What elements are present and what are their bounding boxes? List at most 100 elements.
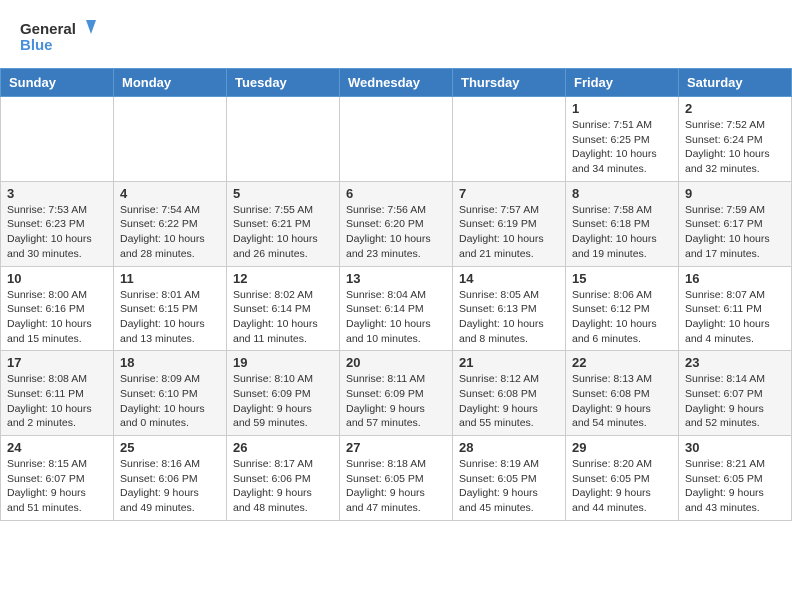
day-number: 25 xyxy=(120,440,220,455)
calendar-cell: 28Sunrise: 8:19 AM Sunset: 6:05 PM Dayli… xyxy=(453,436,566,521)
calendar-cell: 5 Sunrise: 7:55 AM Sunset: 6:21 PM Daylig… xyxy=(227,181,340,266)
day-number: 23 xyxy=(685,355,785,370)
calendar-week-4: 17 Sunrise: 8:08 AM Sunset: 6:11 PM Dayli… xyxy=(1,351,792,436)
day-number: 18 xyxy=(120,355,220,370)
calendar-cell: 15 Sunrise: 8:06 AM Sunset: 6:12 PM Dayli… xyxy=(566,266,679,351)
calendar-cell: 7 Sunrise: 7:57 AM Sunset: 6:19 PM Daylig… xyxy=(453,181,566,266)
calendar-cell: 27 Sunrise: 8:18 AM Sunset: 6:05 PM Dayli… xyxy=(340,436,453,521)
day-info: Sunrise: 8:15 AM Sunset: 6:07 PM Dayligh… xyxy=(7,457,107,516)
day-info: Sunrise: 7:51 AM Sunset: 6:25 PM Dayligh… xyxy=(572,118,672,177)
day-info: Sunrise: 8:11 AM Sunset: 6:09 PM Dayligh… xyxy=(346,372,446,431)
day-number: 22 xyxy=(572,355,672,370)
day-info: Sunrise: 8:12 AM Sunset: 6:08 PM Dayligh… xyxy=(459,372,559,431)
weekday-header-thursday: Thursday xyxy=(453,69,566,97)
calendar-cell: 26 Sunrise: 8:17 AM Sunset: 6:06 PM Dayli… xyxy=(227,436,340,521)
calendar-cell: 4 Sunrise: 7:54 AM Sunset: 6:22 PM Daylig… xyxy=(114,181,227,266)
calendar-week-2: 3 Sunrise: 7:53 AM Sunset: 6:23 PM Daylig… xyxy=(1,181,792,266)
day-info: Sunrise: 8:00 AM Sunset: 6:16 PM Dayligh… xyxy=(7,288,107,347)
day-info: Sunrise: 8:02 AM Sunset: 6:14 PM Dayligh… xyxy=(233,288,333,347)
day-number: 20 xyxy=(346,355,446,370)
day-info: Sunrise: 8:18 AM Sunset: 6:05 PM Dayligh… xyxy=(346,457,446,516)
day-number: 6 xyxy=(346,186,446,201)
day-info: Sunrise: 7:53 AM Sunset: 6:23 PM Dayligh… xyxy=(7,203,107,262)
day-number: 11 xyxy=(120,271,220,286)
day-info: Sunrise: 7:56 AM Sunset: 6:20 PM Dayligh… xyxy=(346,203,446,262)
calendar-cell: 24 Sunrise: 8:15 AM Sunset: 6:07 PM Dayli… xyxy=(1,436,114,521)
day-info: Sunrise: 8:01 AM Sunset: 6:15 PM Dayligh… xyxy=(120,288,220,347)
weekday-header-sunday: Sunday xyxy=(1,69,114,97)
logo: General Blue xyxy=(20,16,100,60)
weekday-header-wednesday: Wednesday xyxy=(340,69,453,97)
day-number: 21 xyxy=(459,355,559,370)
day-number: 17 xyxy=(7,355,107,370)
day-info: Sunrise: 8:05 AM Sunset: 6:13 PM Dayligh… xyxy=(459,288,559,347)
day-number: 14 xyxy=(459,271,559,286)
day-number: 15 xyxy=(572,271,672,286)
page-header: General Blue xyxy=(0,0,792,68)
calendar-cell: 22Sunrise: 8:13 AM Sunset: 6:08 PM Dayli… xyxy=(566,351,679,436)
day-info: Sunrise: 7:54 AM Sunset: 6:22 PM Dayligh… xyxy=(120,203,220,262)
day-info: Sunrise: 8:17 AM Sunset: 6:06 PM Dayligh… xyxy=(233,457,333,516)
calendar-cell xyxy=(453,97,566,182)
day-number: 29 xyxy=(572,440,672,455)
calendar-cell: 17 Sunrise: 8:08 AM Sunset: 6:11 PM Dayli… xyxy=(1,351,114,436)
calendar-cell: 13 Sunrise: 8:04 AM Sunset: 6:14 PM Dayli… xyxy=(340,266,453,351)
calendar-cell xyxy=(114,97,227,182)
day-info: Sunrise: 8:06 AM Sunset: 6:12 PM Dayligh… xyxy=(572,288,672,347)
calendar-cell: 11 Sunrise: 8:01 AM Sunset: 6:15 PM Dayli… xyxy=(114,266,227,351)
day-info: Sunrise: 8:21 AM Sunset: 6:05 PM Dayligh… xyxy=(685,457,785,516)
calendar-week-5: 24 Sunrise: 8:15 AM Sunset: 6:07 PM Dayli… xyxy=(1,436,792,521)
day-number: 5 xyxy=(233,186,333,201)
day-info: Sunrise: 7:55 AM Sunset: 6:21 PM Dayligh… xyxy=(233,203,333,262)
calendar-table: SundayMondayTuesdayWednesdayThursdayFrid… xyxy=(0,68,792,521)
day-info: Sunrise: 7:57 AM Sunset: 6:19 PM Dayligh… xyxy=(459,203,559,262)
day-number: 19 xyxy=(233,355,333,370)
day-number: 3 xyxy=(7,186,107,201)
day-info: Sunrise: 8:16 AM Sunset: 6:06 PM Dayligh… xyxy=(120,457,220,516)
calendar-cell: 10 Sunrise: 8:00 AM Sunset: 6:16 PM Dayli… xyxy=(1,266,114,351)
svg-text:Blue: Blue xyxy=(20,37,53,54)
day-info: Sunrise: 8:07 AM Sunset: 6:11 PM Dayligh… xyxy=(685,288,785,347)
calendar-cell: 1Sunrise: 7:51 AM Sunset: 6:25 PM Daylig… xyxy=(566,97,679,182)
calendar-cell: 6 Sunrise: 7:56 AM Sunset: 6:20 PM Daylig… xyxy=(340,181,453,266)
day-number: 13 xyxy=(346,271,446,286)
day-number: 2 xyxy=(685,101,785,116)
calendar-cell: 20 Sunrise: 8:11 AM Sunset: 6:09 PM Dayli… xyxy=(340,351,453,436)
day-number: 7 xyxy=(459,186,559,201)
calendar-cell: 30Sunrise: 8:21 AM Sunset: 6:05 PM Dayli… xyxy=(679,436,792,521)
day-number: 24 xyxy=(7,440,107,455)
day-number: 27 xyxy=(346,440,446,455)
calendar-week-1: 1Sunrise: 7:51 AM Sunset: 6:25 PM Daylig… xyxy=(1,97,792,182)
calendar-cell xyxy=(227,97,340,182)
day-number: 4 xyxy=(120,186,220,201)
day-info: Sunrise: 8:19 AM Sunset: 6:05 PM Dayligh… xyxy=(459,457,559,516)
day-number: 8 xyxy=(572,186,672,201)
day-info: Sunrise: 8:10 AM Sunset: 6:09 PM Dayligh… xyxy=(233,372,333,431)
day-info: Sunrise: 8:20 AM Sunset: 6:05 PM Dayligh… xyxy=(572,457,672,516)
weekday-header-row: SundayMondayTuesdayWednesdayThursdayFrid… xyxy=(1,69,792,97)
day-info: Sunrise: 7:52 AM Sunset: 6:24 PM Dayligh… xyxy=(685,118,785,177)
weekday-header-tuesday: Tuesday xyxy=(227,69,340,97)
day-info: Sunrise: 8:09 AM Sunset: 6:10 PM Dayligh… xyxy=(120,372,220,431)
day-number: 12 xyxy=(233,271,333,286)
calendar-cell: 8 Sunrise: 7:58 AM Sunset: 6:18 PM Daylig… xyxy=(566,181,679,266)
day-number: 10 xyxy=(7,271,107,286)
logo-icon: General Blue xyxy=(20,16,100,60)
day-info: Sunrise: 8:14 AM Sunset: 6:07 PM Dayligh… xyxy=(685,372,785,431)
weekday-header-monday: Monday xyxy=(114,69,227,97)
calendar-cell xyxy=(340,97,453,182)
day-info: Sunrise: 8:08 AM Sunset: 6:11 PM Dayligh… xyxy=(7,372,107,431)
day-info: Sunrise: 8:04 AM Sunset: 6:14 PM Dayligh… xyxy=(346,288,446,347)
svg-text:General: General xyxy=(20,21,76,38)
weekday-header-friday: Friday xyxy=(566,69,679,97)
calendar-cell: 9Sunrise: 7:59 AM Sunset: 6:17 PM Daylig… xyxy=(679,181,792,266)
calendar-cell: 21 Sunrise: 8:12 AM Sunset: 6:08 PM Dayli… xyxy=(453,351,566,436)
day-number: 26 xyxy=(233,440,333,455)
weekday-header-saturday: Saturday xyxy=(679,69,792,97)
calendar-cell: 29 Sunrise: 8:20 AM Sunset: 6:05 PM Dayli… xyxy=(566,436,679,521)
calendar-cell: 19 Sunrise: 8:10 AM Sunset: 6:09 PM Dayli… xyxy=(227,351,340,436)
calendar-week-3: 10 Sunrise: 8:00 AM Sunset: 6:16 PM Dayli… xyxy=(1,266,792,351)
day-info: Sunrise: 7:58 AM Sunset: 6:18 PM Dayligh… xyxy=(572,203,672,262)
calendar-cell: 16Sunrise: 8:07 AM Sunset: 6:11 PM Dayli… xyxy=(679,266,792,351)
calendar-cell: 25 Sunrise: 8:16 AM Sunset: 6:06 PM Dayli… xyxy=(114,436,227,521)
